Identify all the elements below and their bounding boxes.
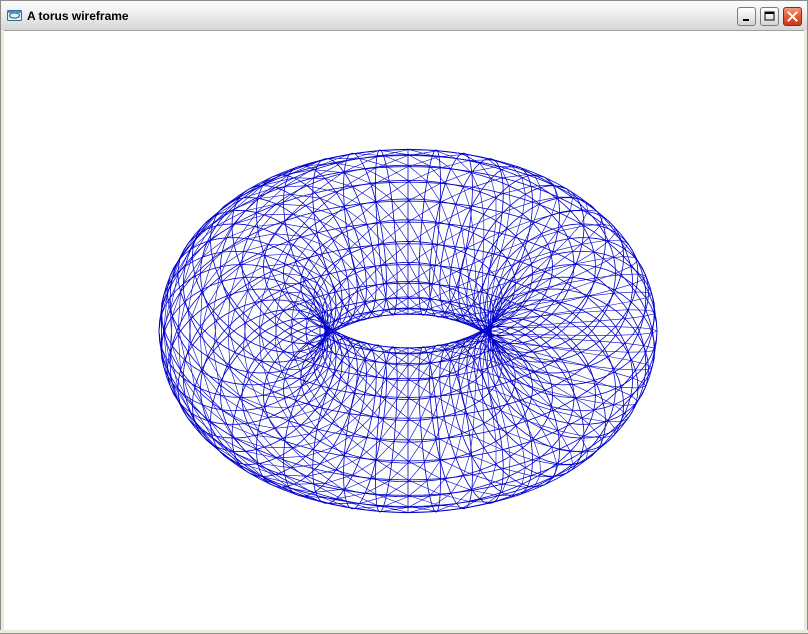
minor-ring <box>343 152 387 318</box>
minor-ring <box>158 264 326 398</box>
minimize-icon <box>743 19 749 21</box>
window-frame-right <box>804 30 808 634</box>
render-viewport[interactable] <box>4 30 804 630</box>
title-bar[interactable]: A torus wireframe <box>0 0 808 30</box>
app-window-icon[interactable] <box>7 10 22 21</box>
maximize-button[interactable] <box>760 7 779 26</box>
app-window: A torus wireframe <box>0 0 808 634</box>
close-button[interactable] <box>783 7 802 26</box>
diagonal-edges <box>418 344 473 512</box>
minimize-button[interactable] <box>737 7 756 26</box>
window-title: A torus wireframe <box>27 9 129 23</box>
minor-ring <box>191 309 337 452</box>
torus-wireframe <box>158 148 658 514</box>
torus-mesh <box>158 148 658 514</box>
window-frame-bottom <box>0 630 808 634</box>
close-icon <box>787 11 798 22</box>
diagonal-edges <box>418 150 473 318</box>
maximize-icon <box>764 11 775 21</box>
minor-ring <box>343 344 387 510</box>
minor-ring <box>191 210 337 353</box>
